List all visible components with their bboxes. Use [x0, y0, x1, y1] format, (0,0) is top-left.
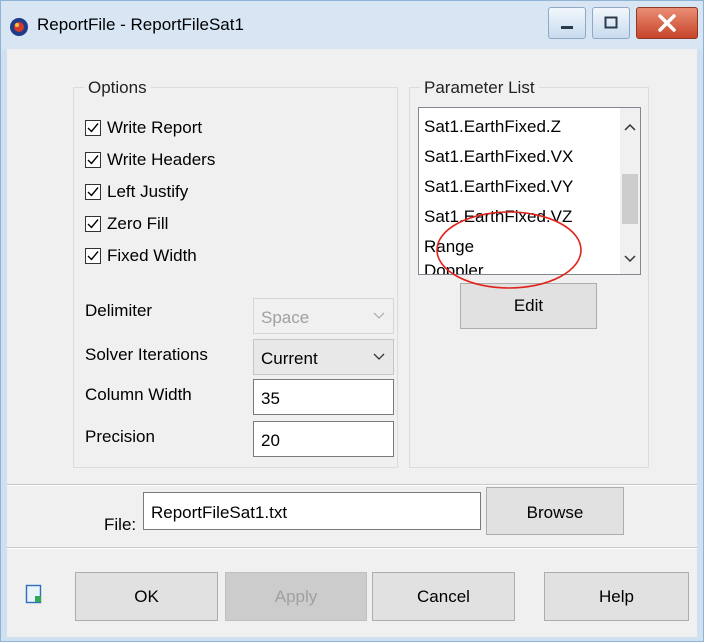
- close-button[interactable]: [636, 7, 698, 39]
- delimiter-select[interactable]: Space: [253, 298, 394, 334]
- close-icon: [658, 14, 676, 32]
- checkbox-box[interactable]: [85, 120, 101, 136]
- solver-iterations-select[interactable]: Current: [253, 339, 394, 375]
- fixed-width-checkbox[interactable]: Fixed Width: [85, 244, 197, 268]
- cancel-button-label: Cancel: [417, 587, 470, 606]
- parameter-list-title: Parameter List: [420, 78, 539, 98]
- column-width-value: 35: [261, 389, 280, 408]
- document-add-icon[interactable]: [25, 584, 43, 604]
- browse-button[interactable]: Browse: [486, 487, 624, 535]
- fixed-width-label: Fixed Width: [107, 246, 197, 265]
- report-file-dialog: ReportFile - ReportFileSat1 Options Writ…: [0, 0, 704, 642]
- file-path-value: ReportFileSat1.txt: [151, 503, 288, 522]
- list-item[interactable]: Sat1.EarthFixed.Z: [424, 117, 561, 137]
- write-headers-label: Write Headers: [107, 150, 216, 169]
- precision-value: 20: [261, 431, 280, 450]
- checkbox-box[interactable]: [85, 152, 101, 168]
- list-scrollbar[interactable]: [620, 108, 640, 274]
- maximize-icon: [604, 16, 618, 29]
- file-label: File:: [104, 515, 137, 534]
- annotation-circle: [436, 211, 582, 289]
- check-icon: [87, 187, 99, 197]
- ok-button[interactable]: OK: [75, 572, 218, 621]
- separator-line: [7, 484, 697, 486]
- precision-input[interactable]: 20: [253, 421, 394, 457]
- delimiter-label: Delimiter: [85, 301, 153, 320]
- check-icon: [87, 251, 99, 261]
- scrollbar-thumb[interactable]: [622, 174, 638, 224]
- separator-line: [7, 547, 697, 549]
- maximize-button[interactable]: [592, 7, 630, 39]
- left-justify-checkbox[interactable]: Left Justify: [85, 180, 188, 204]
- delimiter-value: Space: [261, 308, 310, 327]
- check-icon: [87, 123, 99, 133]
- file-path-input[interactable]: ReportFileSat1.txt: [143, 492, 481, 530]
- window-title: ReportFile - ReportFileSat1: [37, 15, 244, 34]
- list-item[interactable]: Sat1.EarthFixed.VX: [424, 147, 573, 167]
- precision-label: Precision: [85, 427, 155, 446]
- zero-fill-label: Zero Fill: [107, 214, 169, 233]
- list-item[interactable]: Sat1.EarthFixed.VY: [424, 177, 573, 197]
- minimize-button[interactable]: [548, 7, 586, 39]
- title-bar[interactable]: ReportFile - ReportFileSat1: [1, 1, 703, 49]
- left-justify-label: Left Justify: [107, 182, 189, 201]
- checkbox-box[interactable]: [85, 184, 101, 200]
- column-width-input[interactable]: 35: [253, 379, 394, 415]
- chevron-down-icon: [373, 353, 385, 360]
- help-button[interactable]: Help: [544, 572, 689, 621]
- chevron-down-icon: [373, 312, 385, 319]
- write-report-label: Write Report: [107, 118, 203, 137]
- checkbox-box[interactable]: [85, 216, 101, 232]
- column-width-label: Column Width: [85, 385, 192, 404]
- checkbox-box[interactable]: [85, 248, 101, 264]
- solver-iterations-label: Solver Iterations: [85, 345, 208, 364]
- apply-button-label: Apply: [274, 587, 318, 606]
- browse-button-label: Browse: [526, 503, 584, 522]
- help-button-label: Help: [599, 587, 634, 606]
- write-report-checkbox[interactable]: Write Report: [85, 116, 202, 140]
- check-icon: [87, 219, 99, 229]
- check-icon: [87, 155, 99, 165]
- app-icon: [10, 18, 28, 36]
- scroll-down-icon[interactable]: [620, 248, 640, 268]
- scroll-up-icon[interactable]: [620, 118, 640, 138]
- minimize-icon: [561, 26, 573, 29]
- zero-fill-checkbox[interactable]: Zero Fill: [85, 212, 168, 236]
- solver-iterations-value: Current: [261, 349, 318, 368]
- dialog-client-area: Options Write Report Write Headers Left …: [7, 49, 697, 637]
- options-group-title: Options: [84, 78, 151, 98]
- write-headers-checkbox[interactable]: Write Headers: [85, 148, 215, 172]
- ok-button-label: OK: [134, 587, 159, 606]
- apply-button[interactable]: Apply: [225, 572, 367, 621]
- cancel-button[interactable]: Cancel: [372, 572, 515, 621]
